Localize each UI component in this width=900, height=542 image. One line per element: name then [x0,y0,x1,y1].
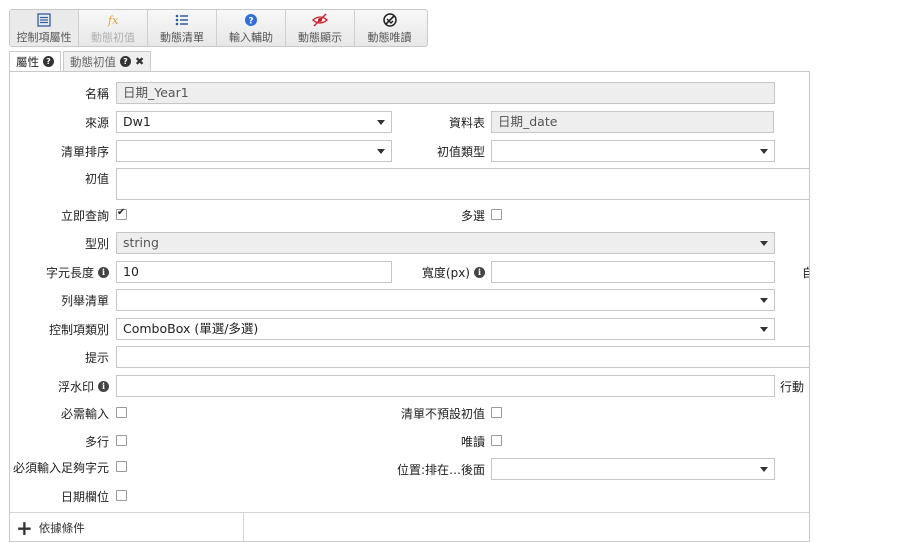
type-value: string [123,235,159,250]
must-fill-checkbox[interactable] [116,461,127,472]
question-icon: ? [120,56,131,67]
init-type-select[interactable] [491,140,775,162]
no-default-checkbox[interactable] [491,407,502,418]
required-label: 必需輸入 [60,406,109,421]
tab-properties[interactable]: 屬性 ? [9,51,61,71]
tab-bar: 屬性 ? 動態初值 ? ✖ [9,51,153,71]
tab-properties-label: 屬性 [16,54,39,69]
hint-field[interactable] [116,346,809,368]
width-field[interactable] [491,261,775,283]
date-field-label: 日期欄位 [60,489,109,504]
chevron-down-icon [754,141,774,161]
width-label: 寬度(px) i [422,261,485,283]
close-icon[interactable]: ✖ [135,55,144,68]
name-field[interactable]: 日期_Year1 [116,82,775,104]
watermark-field[interactable] [116,375,775,397]
fx-icon: fx [107,14,119,27]
control-properties-button[interactable]: 控制項屬性 [10,10,79,46]
properties-panel: 名稱 日期_Year1 來源 Dw1 資料表 日期_date 清單排序 初值類型… [9,71,810,542]
init-label: 初值 [84,171,109,186]
help-icon: ? [245,14,257,27]
plus-icon: + [16,515,33,540]
chevron-down-icon [754,233,774,253]
chevron-down-icon [754,459,774,479]
tab-dynamic-initial[interactable]: 動態初值 ? ✖ [63,51,152,71]
clipped-label-right: 自 [802,264,809,281]
width-label-text: 寬度(px) [421,265,470,280]
must-fill-label: 必須輸入足夠字元 [12,460,109,475]
init-textarea[interactable] [116,168,809,200]
tab-dynamic-initial-label: 動態初值 [70,54,116,69]
readonly-checkbox[interactable] [491,435,502,446]
watermark-label-text: 浮水印 [57,379,94,394]
dynamic-list-button[interactable]: 動態清單 [148,10,217,46]
source-label: 來源 [84,115,109,130]
chevron-down-icon [371,112,391,132]
dynamic-initial-label: 動態初值 [91,31,135,44]
init-type-label: 初值類型 [436,144,485,159]
char-len-field[interactable]: 10 [116,261,392,283]
instant-query-checkbox[interactable] [116,207,127,220]
control-type-label: 控制項類別 [48,322,109,337]
control-type-select[interactable]: ComboBox (單選/多選) [116,318,775,340]
char-len-label-text: 字元長度 [45,265,94,280]
svg-text:?: ? [248,17,253,27]
chevron-down-icon [754,290,774,310]
clipped-label-right: 行動 [780,380,805,394]
readonly-icon [382,13,397,27]
input-assist-button[interactable]: ? 輸入輔助 [217,10,286,46]
list-icon [37,13,51,27]
list-sort-label: 清單排序 [60,144,109,159]
source-value: Dw1 [123,114,151,129]
position-select[interactable] [491,458,775,480]
watermark-label: 浮水印 i [58,375,109,397]
multiline-checkbox[interactable] [116,435,127,446]
dynamic-display-label: 動態顯示 [298,31,342,44]
add-condition-button[interactable]: + 依據條件 [10,513,244,541]
multi-select-checkbox[interactable] [491,209,502,220]
hidden-eye-icon [312,13,328,27]
input-assist-label: 輸入輔助 [229,31,273,44]
condition-label: 依據條件 [38,520,85,535]
control-properties-label: 控制項屬性 [16,31,72,44]
table-label: 資料表 [448,115,485,130]
position-label: 位置:排在…後面 [396,462,485,477]
date-field-checkbox[interactable] [116,490,127,501]
bulleted-list-icon [175,14,188,26]
readonly-label: 唯讀 [460,434,485,449]
control-type-value: ComboBox (單選/多選) [123,321,259,336]
info-icon: i [474,266,485,278]
multi-select-label: 多選 [460,208,485,223]
question-icon: ? [43,56,54,67]
enum-list-select[interactable] [116,289,775,311]
condition-footer: + 依據條件 [10,512,809,541]
name-label: 名稱 [84,86,109,101]
toolbar: 控制項屬性 fx 動態初值 動態清單 ? 輸入輔助 動態顯示 動態唯讀 [9,9,428,47]
type-select[interactable]: string [116,232,775,254]
info-icon: i [98,380,109,392]
char-len-label: 字元長度 i [46,261,109,283]
no-default-label: 清單不預設初值 [400,406,485,421]
chevron-down-icon [754,319,774,339]
dynamic-list-label: 動態清單 [160,31,204,44]
chevron-down-icon [371,141,391,161]
type-label: 型別 [84,236,109,251]
multiline-label: 多行 [84,434,109,449]
dynamic-readonly-button[interactable]: 動態唯讀 [355,10,424,46]
table-field[interactable]: 日期_date [491,111,774,133]
required-checkbox[interactable] [116,407,127,418]
list-sort-select[interactable] [116,140,392,162]
instant-query-label: 立即查詢 [60,208,109,223]
dynamic-display-button[interactable]: 動態顯示 [286,10,355,46]
dynamic-readonly-label: 動態唯讀 [367,31,412,44]
hint-label: 提示 [84,350,109,365]
enum-list-label: 列舉清單 [60,293,109,308]
source-select[interactable]: Dw1 [116,111,392,133]
svg-text:fx: fx [107,14,119,27]
info-icon: i [98,266,109,278]
dynamic-initial-button[interactable]: fx 動態初值 [79,10,148,46]
